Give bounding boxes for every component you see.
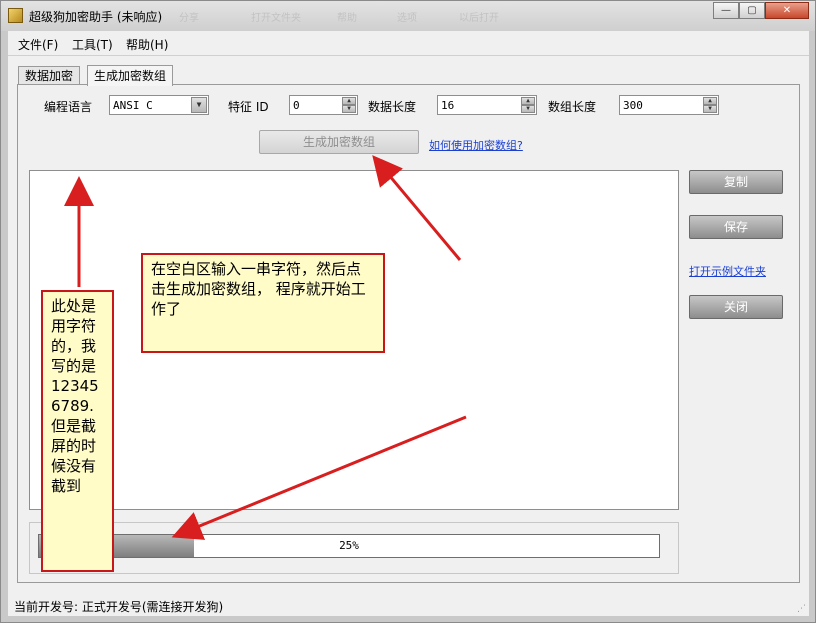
- spinner-buttons[interactable]: ▲ ▼: [521, 97, 535, 113]
- resize-grip-icon[interactable]: ⋰: [797, 604, 807, 614]
- array-length-value: 300: [623, 99, 643, 112]
- maximize-button[interactable]: ▢: [739, 2, 765, 19]
- spinner-buttons[interactable]: ▲ ▼: [703, 97, 717, 113]
- data-length-spinner[interactable]: 16 ▲ ▼: [437, 95, 537, 115]
- progress-text: 25%: [339, 539, 359, 552]
- spin-up-icon[interactable]: ▲: [342, 97, 356, 105]
- window-controls: — ▢ ✕: [713, 2, 809, 20]
- feature-id-spinner[interactable]: 0 ▲ ▼: [289, 95, 358, 115]
- tab-generate-array[interactable]: 生成加密数组: [87, 65, 174, 86]
- copy-button[interactable]: 复制: [689, 170, 783, 194]
- spin-down-icon[interactable]: ▼: [342, 105, 356, 113]
- annotation-note-input: 此处是用字符的，我写的是123456789.但是截屏的时候没有截到: [41, 290, 114, 572]
- array-length-label: 数组长度: [548, 100, 597, 114]
- tab-data-encrypt[interactable]: 数据加密: [18, 66, 81, 85]
- progress-bar: 25%: [38, 534, 660, 558]
- client-area: 数据加密 生成加密数组 编程语言 ANSI C ▼ 特征 ID 0 ▲ ▼ 数据长…: [8, 56, 809, 616]
- ghost-toolbar-item: 以后打开: [459, 13, 499, 24]
- data-length-label: 数据长度: [368, 100, 417, 114]
- spin-up-icon[interactable]: ▲: [703, 97, 717, 105]
- title-bar[interactable]: 超级狗加密助手 (未响应) 分享 打开文件夹 帮助 选项 以后打开 — ▢ ✕: [1, 1, 815, 31]
- app-icon: [8, 8, 23, 23]
- window-title: 超级狗加密助手 (未响应): [29, 10, 163, 24]
- feature-id-value: 0: [293, 99, 300, 112]
- menu-tools[interactable]: 工具(T): [72, 36, 113, 53]
- language-value: ANSI C: [113, 99, 153, 112]
- ghost-toolbar-item: 打开文件夹: [251, 13, 301, 24]
- data-length-value: 16: [441, 99, 455, 112]
- save-button[interactable]: 保存: [689, 215, 783, 239]
- menu-file[interactable]: 文件(F): [18, 36, 58, 53]
- array-length-spinner[interactable]: 300 ▲ ▼: [619, 95, 719, 115]
- close-window-button[interactable]: ✕: [765, 2, 809, 19]
- spin-down-icon[interactable]: ▼: [521, 105, 535, 113]
- spin-down-icon[interactable]: ▼: [703, 105, 717, 113]
- chevron-down-icon[interactable]: ▼: [191, 97, 207, 113]
- how-to-use-link[interactable]: 如何使用加密数组?: [429, 137, 523, 153]
- annotation-note-instructions: 在空白区输入一串字符，然后点击生成加密数组， 程序就开始工作了: [141, 253, 385, 353]
- generate-array-button[interactable]: 生成加密数组: [259, 130, 419, 154]
- close-button[interactable]: 关闭: [689, 295, 783, 319]
- language-select[interactable]: ANSI C ▼: [109, 95, 209, 115]
- ghost-toolbar-item: 分享: [179, 13, 199, 24]
- open-sample-folder-link[interactable]: 打开示例文件夹: [689, 263, 766, 279]
- feature-id-label: 特征 ID: [228, 100, 269, 114]
- menu-help[interactable]: 帮助(H): [126, 36, 168, 53]
- spinner-buttons[interactable]: ▲ ▼: [342, 97, 356, 113]
- spin-up-icon[interactable]: ▲: [521, 97, 535, 105]
- language-label: 编程语言: [44, 100, 93, 114]
- ghost-toolbar-item: 帮助: [337, 13, 357, 24]
- minimize-button[interactable]: —: [713, 2, 739, 19]
- status-bar-text: 当前开发号: 正式开发号(需连接开发狗): [14, 600, 224, 614]
- menu-bar: 文件(F) 工具(T) 帮助(H): [8, 31, 809, 56]
- app-window: 超级狗加密助手 (未响应) 分享 打开文件夹 帮助 选项 以后打开 — ▢ ✕ …: [0, 0, 816, 623]
- ghost-toolbar-item: 选项: [397, 13, 417, 24]
